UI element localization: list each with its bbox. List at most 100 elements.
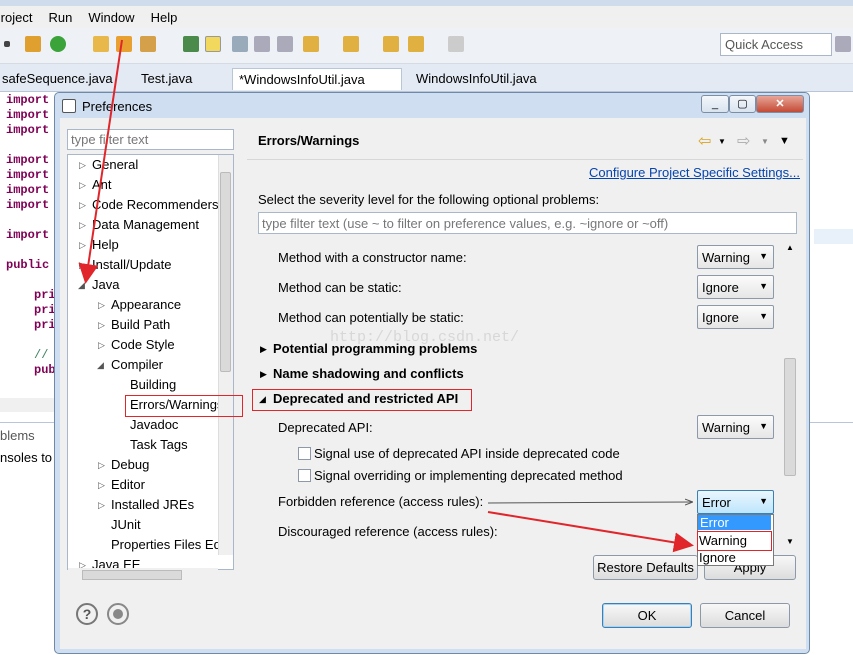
code-line: import <box>6 168 50 182</box>
forbidden-reference-combo[interactable]: Error ▼ <box>697 490 774 514</box>
options-filter-input[interactable]: type filter text (use ~ to filter on pre… <box>258 212 797 234</box>
option-label: Method can be static: <box>278 280 402 295</box>
quick-access-input[interactable]: Quick Access <box>720 33 832 56</box>
tree-item-java[interactable]: Java <box>92 277 119 292</box>
option-combo[interactable]: Ignore ▼ <box>697 275 774 299</box>
severity-label: Select the severity level for the follow… <box>258 192 600 207</box>
scroll-up-icon[interactable]: ▲ <box>786 243 794 252</box>
dialog-title: Preferences <box>82 99 153 114</box>
code-line: import <box>6 183 50 197</box>
problems-tab[interactable]: blems <box>0 428 35 443</box>
tree-item-installed-jres[interactable]: Installed JREs <box>111 497 194 512</box>
back-menu-icon[interactable]: ▼ <box>718 137 726 146</box>
record-preferences-icon[interactable] <box>107 603 129 625</box>
tree-item-task-tags[interactable]: Task Tags <box>130 437 188 452</box>
back-icon[interactable] <box>408 36 424 52</box>
tree-item-building[interactable]: Building <box>130 377 176 392</box>
perspective-icon[interactable] <box>835 36 851 52</box>
outline-icon[interactable] <box>254 36 270 52</box>
tree-item-build-path[interactable]: Build Path <box>111 317 170 332</box>
tab-test[interactable]: Test.java <box>135 68 198 90</box>
restore-defaults-button[interactable]: Restore Defaults <box>593 555 698 580</box>
code-line: pri <box>34 303 56 317</box>
editor-hscroll[interactable] <box>0 398 60 412</box>
options-scroll-thumb[interactable] <box>784 358 796 476</box>
tree-item-code-recommenders[interactable]: Code Recommenders <box>92 197 218 212</box>
toolbar-dropdown-icon[interactable] <box>4 41 10 47</box>
deprecated-inside-checkbox[interactable] <box>298 447 311 460</box>
forward-menu-icon[interactable]: ▼ <box>761 137 769 146</box>
view-menu-icon[interactable]: ▼ <box>779 135 790 147</box>
deprecated-overriding-checkbox[interactable] <box>298 469 311 482</box>
section-name-shadowing[interactable]: Name shadowing and conflicts <box>273 366 464 381</box>
forbidden-reference-label: Forbidden reference (access rules): <box>278 494 484 509</box>
tree-item-compiler[interactable]: Compiler <box>111 357 163 372</box>
tree-item-appearance[interactable]: Appearance <box>111 297 181 312</box>
tree-item-editor[interactable]: Editor <box>111 477 145 492</box>
menu-run[interactable]: Run <box>48 10 72 25</box>
menu-help[interactable]: Help <box>151 10 178 25</box>
code-line: import <box>6 153 50 167</box>
new-project-icon[interactable] <box>25 36 41 52</box>
deprecated-api-combo[interactable]: Warning ▼ <box>697 415 774 439</box>
forward-arrow-icon[interactable]: ⇨ <box>737 131 750 151</box>
tab-safesequence[interactable]: safeSequence.java <box>0 68 119 90</box>
brush-icon[interactable] <box>140 36 156 52</box>
tree-item-general[interactable]: General <box>92 157 138 172</box>
menu-window[interactable]: Window <box>88 10 134 25</box>
annotation-box-errors-warnings <box>125 395 243 417</box>
highlight-icon[interactable] <box>205 36 221 52</box>
close-button[interactable]: ✕ <box>756 95 804 113</box>
next-annotation-icon[interactable] <box>303 36 319 52</box>
code-line: pub <box>34 363 56 377</box>
tab-windowsinfoutil[interactable]: WindowsInfoUtil.java <box>410 68 543 90</box>
forward-icon[interactable] <box>448 36 464 52</box>
last-edit-icon[interactable] <box>383 36 399 52</box>
tree-item-debug[interactable]: Debug <box>111 457 149 472</box>
tree-item-code-style[interactable]: Code Style <box>111 337 175 352</box>
toggle-icon[interactable] <box>232 36 248 52</box>
run-icon[interactable] <box>50 36 66 52</box>
tree-item-data-management[interactable]: Data Management <box>92 217 199 232</box>
code-line: import <box>6 228 50 242</box>
tree-item-properties-files-editor[interactable]: Properties Files Ed <box>111 537 218 552</box>
deprecated-overriding-label: Signal overriding or implementing deprec… <box>314 468 623 483</box>
tree-filter-input[interactable]: type filter text <box>67 129 234 150</box>
tree-item-junit[interactable]: JUnit <box>111 517 141 532</box>
preferences-icon <box>62 99 76 113</box>
ok-button[interactable]: OK <box>602 603 692 628</box>
option-combo[interactable]: Warning ▼ <box>697 245 774 269</box>
tree-item-ant[interactable]: Ant <box>92 177 112 192</box>
code-line: pri <box>34 318 56 332</box>
deprecated-api-label: Deprecated API: <box>278 420 373 435</box>
annotation-box-warning <box>697 531 772 551</box>
scroll-down-icon[interactable]: ▼ <box>786 537 794 546</box>
code-line: import <box>6 108 50 122</box>
minimize-button[interactable]: _ <box>701 95 729 113</box>
configure-project-settings-link[interactable]: Configure Project Specific Settings... <box>589 165 800 180</box>
tree-scroll-thumb[interactable] <box>220 172 231 372</box>
dropdown-option-error[interactable]: Error <box>698 515 771 530</box>
open-folder-icon[interactable] <box>93 36 109 52</box>
maximize-button[interactable]: ▢ <box>729 95 756 113</box>
code-line: public <box>6 258 50 272</box>
deprecated-inside-label: Signal use of deprecated API inside depr… <box>314 446 620 461</box>
section-potential-problems[interactable]: Potential programming problems <box>273 341 477 356</box>
option-label: Method with a constructor name: <box>278 250 467 265</box>
search-icon[interactable] <box>183 36 199 52</box>
tree-item-install-update[interactable]: Install/Update <box>92 257 172 272</box>
option-combo[interactable]: Ignore ▼ <box>697 305 774 329</box>
dropdown-option-ignore[interactable]: Ignore <box>699 550 736 565</box>
prev-annotation-icon[interactable] <box>343 36 359 52</box>
help-icon[interactable]: ? <box>76 603 98 625</box>
tree-item-javadoc[interactable]: Javadoc <box>130 417 178 432</box>
tree-item-help[interactable]: Help <box>92 237 119 252</box>
package-icon[interactable] <box>116 36 132 52</box>
tab-windowsinfoutil-dirty[interactable]: *WindowsInfoUtil.java <box>232 68 402 90</box>
cancel-button[interactable]: Cancel <box>700 603 790 628</box>
editor-highlight-line <box>814 229 853 244</box>
menu-project[interactable]: Project <box>0 10 32 25</box>
back-arrow-icon[interactable]: ⇦ <box>698 131 711 151</box>
paragraph-icon[interactable] <box>277 36 293 52</box>
tree-hscroll-thumb[interactable] <box>82 570 182 580</box>
